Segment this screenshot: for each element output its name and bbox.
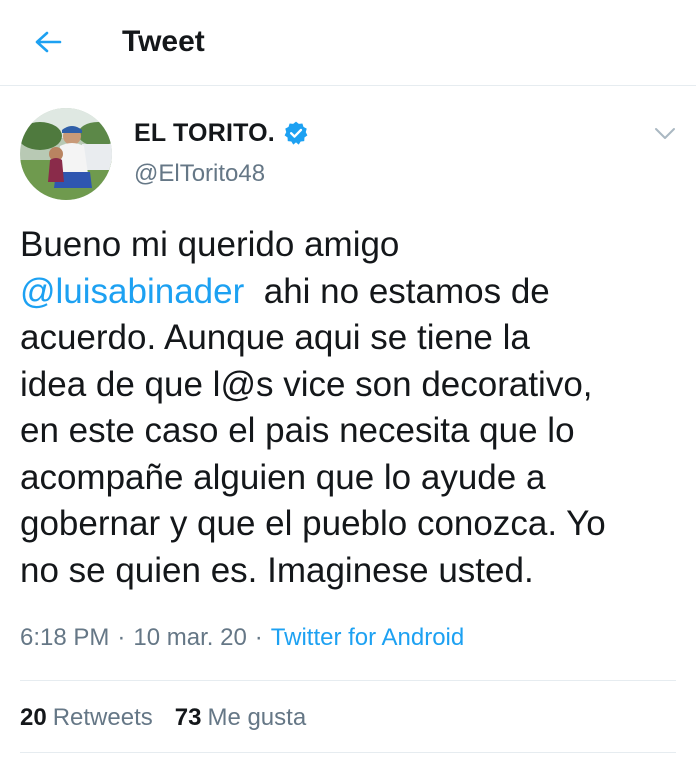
retweets-stat[interactable]: 20 Retweets: [20, 704, 153, 732]
arrow-left-icon: [35, 31, 62, 53]
page-title: Tweet: [122, 25, 205, 58]
divider: [20, 680, 676, 681]
tweet-stats: 20 Retweets 73 Me gusta: [20, 704, 306, 732]
tweet-meta: 6:18 PM · 10 mar. 20 · Twitter for Andro…: [20, 624, 464, 652]
retweets-label: Retweets: [52, 704, 153, 731]
top-bar: Tweet: [0, 0, 696, 86]
meta-separator: ·: [117, 624, 126, 651]
likes-label: Me gusta: [207, 704, 307, 731]
likes-stat[interactable]: 73 Me gusta: [175, 704, 306, 732]
author-name-row[interactable]: EL TORITO.: [134, 116, 309, 150]
verified-badge-icon: [284, 121, 308, 145]
author-handle[interactable]: @ElTorito48: [134, 160, 265, 188]
divider: [20, 752, 676, 753]
tweet-source-link[interactable]: Twitter for Android: [271, 624, 464, 652]
mention-link[interactable]: @luisabinader: [20, 272, 244, 311]
chevron-down-icon: [655, 128, 675, 139]
retweets-count: 20: [20, 704, 47, 731]
avatar[interactable]: [20, 108, 112, 200]
tweet-text-line1: Bueno mi querido amigo: [20, 225, 400, 264]
back-button[interactable]: [32, 26, 64, 58]
tweet-menu-button[interactable]: [652, 122, 678, 146]
tweet-text-rest: acuerdo. Aunque aqui se tiene la idea de…: [20, 318, 606, 590]
tweet-text: Bueno mi querido amigo @luisabinader ahi…: [20, 222, 680, 594]
avatar-photo: [20, 108, 112, 200]
meta-separator: ·: [254, 624, 263, 651]
author-name: EL TORITO.: [134, 118, 275, 147]
tweet-time: 6:18 PM: [20, 624, 110, 651]
likes-count: 73: [174, 704, 202, 731]
tweet-date: 10 mar. 20: [133, 624, 247, 651]
tweet-text-line2: ahi no estamos de: [244, 271, 550, 311]
